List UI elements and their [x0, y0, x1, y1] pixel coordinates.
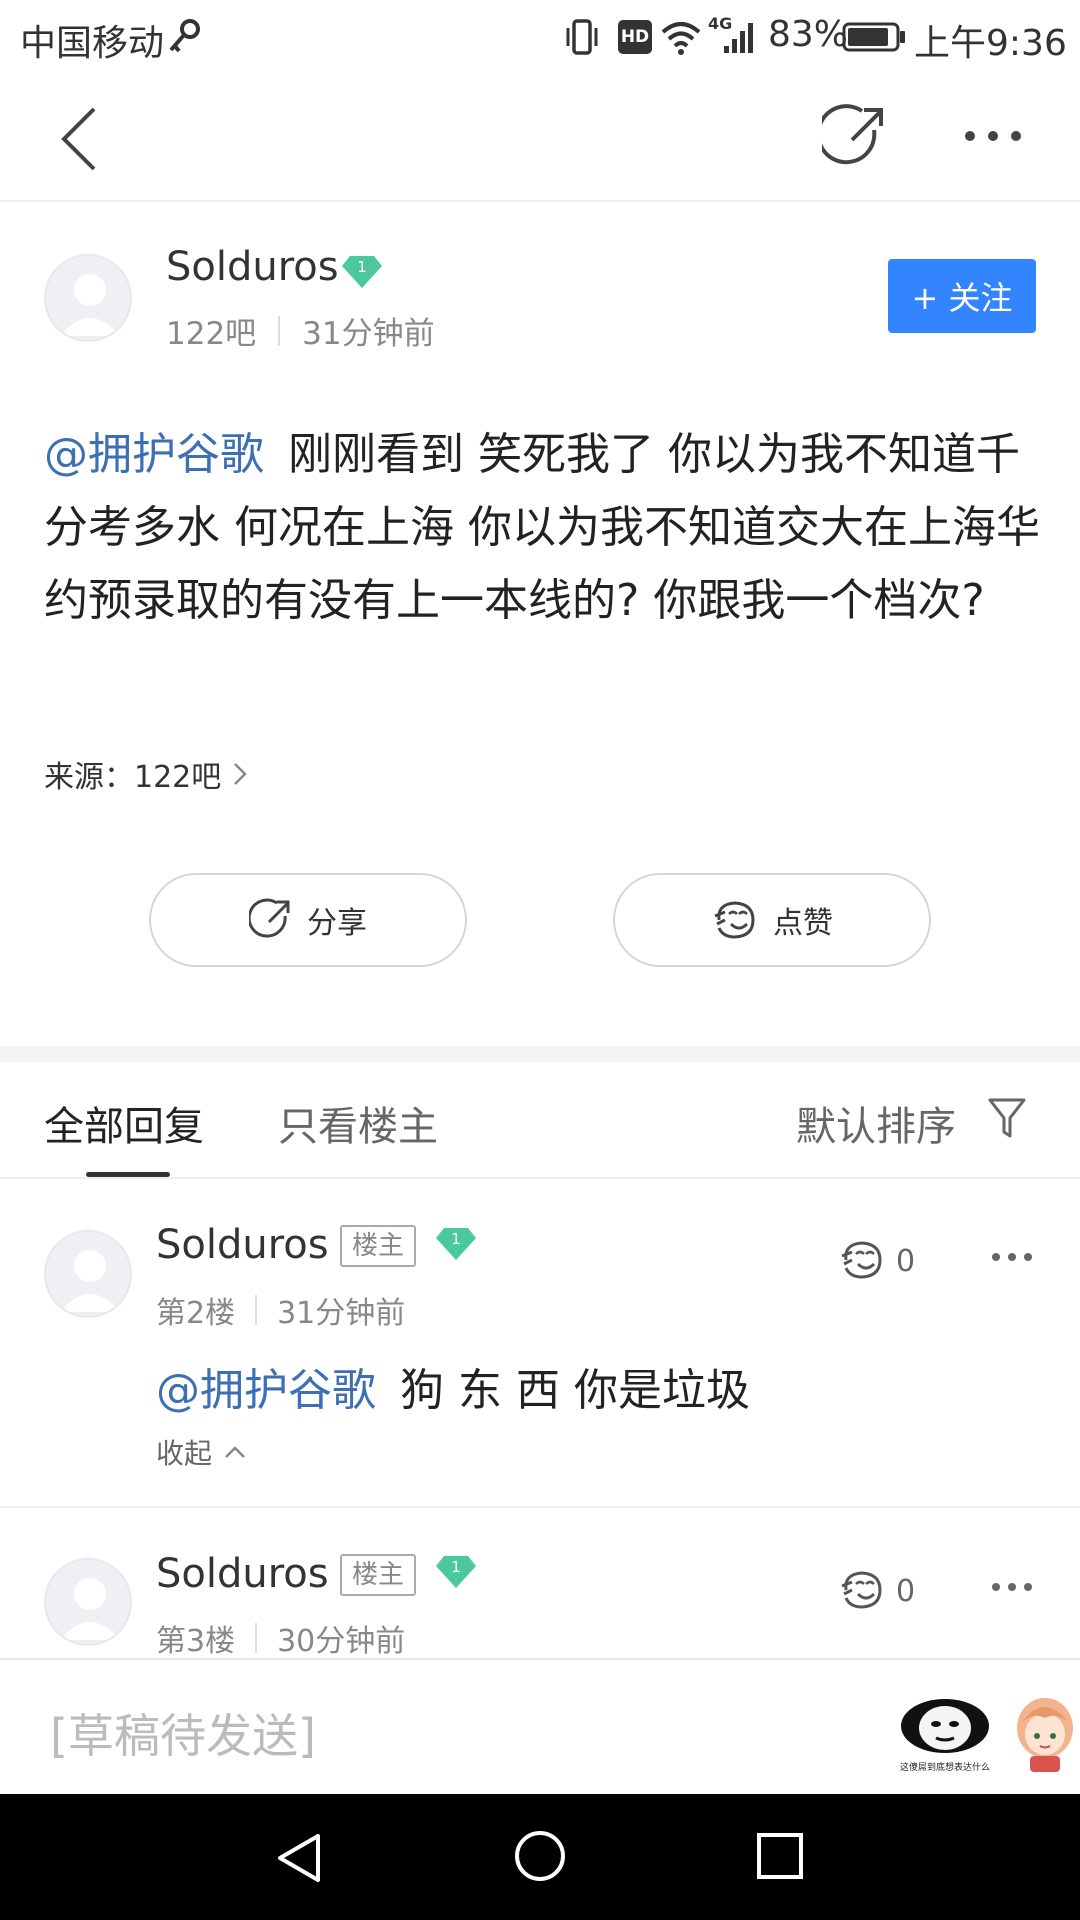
reply-time: 30分钟前: [277, 1624, 406, 1659]
reply-floor: 第2楼: [156, 1296, 236, 1331]
panda-meme-sticker-icon[interactable]: 这傻屌到底想表达什么: [898, 1696, 992, 1773]
level-number: 1: [451, 1558, 461, 1576]
level-number: 1: [451, 1230, 461, 1248]
nav-recents-icon[interactable]: [754, 1830, 806, 1882]
like-face-icon: [714, 901, 755, 939]
share-icon[interactable]: [822, 104, 888, 170]
level-badge-icon: 1: [436, 1550, 476, 1590]
like-count: 0: [896, 1574, 916, 1609]
tabs-divider: [0, 1177, 1080, 1179]
battery-icon: [842, 22, 905, 52]
filter-icon[interactable]: [986, 1096, 1028, 1140]
post-time: 31分钟前: [302, 316, 435, 352]
more-icon[interactable]: [962, 126, 1024, 146]
post-meta: 122吧 31分钟前: [166, 308, 435, 353]
reply-divider: [0, 1506, 1080, 1508]
level-number: 1: [357, 258, 367, 276]
like-face-icon[interactable]: [838, 1568, 886, 1612]
hd-icon: HD: [618, 20, 652, 54]
meta-separator: [255, 1295, 258, 1325]
reply-avatar[interactable]: [44, 1558, 132, 1646]
battery-percent: 83%: [768, 14, 849, 55]
reply-author[interactable]: Solduros: [156, 1222, 329, 1268]
sort-dropdown[interactable]: 默认排序: [796, 1094, 956, 1152]
tab-all-replies[interactable]: 全部回复: [44, 1094, 204, 1152]
reply-time: 31分钟前: [277, 1296, 406, 1331]
post-forum[interactable]: 122吧: [166, 308, 256, 353]
follow-button[interactable]: + 关注: [888, 259, 1036, 333]
sticker-caption: 这傻屌到底想表达什么: [899, 1763, 990, 1773]
vibrate-icon: [566, 19, 598, 55]
meta-separator: [255, 1623, 258, 1653]
reply-author[interactable]: Solduros: [156, 1551, 329, 1597]
wifi-icon: [661, 22, 701, 55]
key-icon: [169, 19, 200, 53]
meta-separator: [278, 315, 281, 346]
draft-input[interactable]: [草稿待发送]: [50, 1700, 316, 1766]
chevron-up-icon: [225, 1446, 245, 1458]
like-count: 0: [896, 1244, 916, 1279]
like-button[interactable]: 点赞: [613, 873, 931, 967]
chevron-right-icon: [234, 763, 248, 785]
system-navigation-bar: [0, 1794, 1080, 1920]
reply-content: @拥护谷歌狗 东 西 你是垃圾: [156, 1354, 750, 1418]
level-badge-icon: 1: [436, 1222, 476, 1262]
tab-only-op[interactable]: 只看楼主: [278, 1094, 438, 1152]
section-gap: [0, 1046, 1080, 1062]
collapse-button[interactable]: 收起: [156, 1432, 248, 1472]
mention-link[interactable]: @拥护谷歌: [44, 429, 264, 480]
reply-meta: 第2楼 31分钟前: [156, 1288, 405, 1332]
signal-icon: [724, 23, 753, 53]
nav-home-icon[interactable]: [512, 1828, 568, 1884]
op-badge: 楼主: [340, 1225, 417, 1267]
avatar-placeholder-icon: [60, 1250, 120, 1312]
back-icon[interactable]: [54, 104, 104, 174]
source-link[interactable]: 来源： 122吧: [44, 752, 251, 796]
anime-girl-sticker-icon[interactable]: [1012, 1694, 1078, 1774]
carrier-label: 中国移动: [20, 23, 165, 64]
like-face-icon[interactable]: [838, 1238, 886, 1282]
like-label: 点赞: [773, 906, 833, 941]
reply-floor: 第3楼: [156, 1624, 236, 1659]
status-bar: 中国移动 HD 4G 83% 上午9:36: [0, 0, 1080, 74]
nav-back-icon[interactable]: [272, 1830, 328, 1886]
reply-avatar[interactable]: [44, 1230, 132, 1318]
share-icon: [249, 898, 290, 938]
share-button[interactable]: 分享: [149, 873, 467, 967]
share-label: 分享: [307, 906, 367, 941]
post-content: @拥护谷歌 刚刚看到 笑死我了 你以为我不知道千分考多水 何况在上海 你以为我不知…: [44, 418, 1040, 637]
source-value: 122吧: [134, 760, 222, 795]
collapse-label: 收起: [156, 1437, 213, 1470]
avatar-placeholder-icon: [60, 1578, 120, 1640]
reply-meta: 第3楼 30分钟前: [156, 1616, 405, 1660]
source-label: 来源：: [44, 760, 134, 795]
level-badge-icon: 1: [342, 250, 382, 290]
more-icon[interactable]: [990, 1250, 1034, 1264]
op-badge: 楼主: [340, 1554, 417, 1596]
more-icon[interactable]: [990, 1580, 1034, 1594]
top-navigation-bar: [0, 74, 1080, 202]
author-name[interactable]: Solduros: [166, 244, 339, 290]
author-avatar[interactable]: [44, 254, 132, 342]
mention-link[interactable]: @拥护谷歌: [156, 1365, 376, 1416]
reply-text: 狗 东 西 你是垃圾: [400, 1365, 750, 1416]
avatar-placeholder-icon: [60, 274, 120, 336]
clock: 上午9:36: [914, 23, 1067, 64]
